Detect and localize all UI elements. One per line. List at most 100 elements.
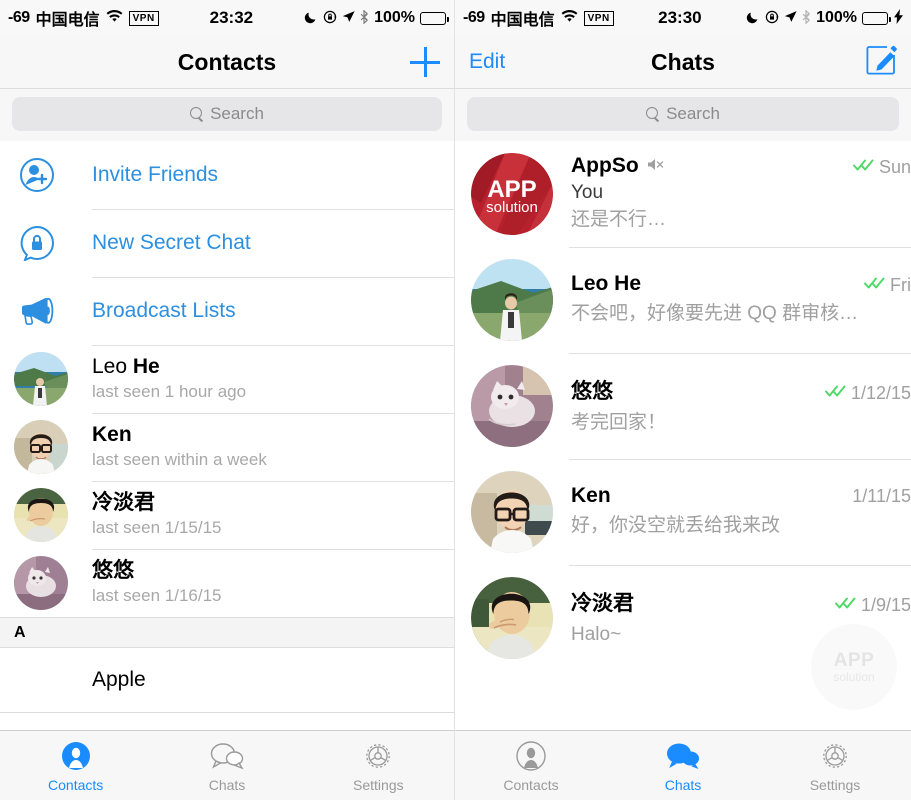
tab-chats[interactable]: Chats	[607, 731, 759, 800]
nav-bar-contacts: Contacts	[0, 36, 454, 89]
broadcast-lists-row[interactable]: Broadcast Lists	[0, 277, 454, 345]
contact-name: Leo He	[92, 355, 160, 379]
search-icon	[190, 107, 204, 121]
chat-bubbles-filled-icon	[666, 738, 700, 774]
chat-date: Sun	[878, 157, 911, 178]
gear-icon	[819, 738, 851, 774]
contact-text: Ken last seen within a week	[92, 423, 267, 470]
status-center-group: 23:30	[614, 8, 746, 28]
chat-row[interactable]: Ken 1/11/15 好，你没空就丢给我来改	[455, 459, 911, 565]
search-placeholder: Search	[210, 104, 264, 123]
chat-body: 悠悠 1/12/15 考完回家！	[571, 375, 911, 437]
battery-icon	[420, 11, 449, 25]
contact-status: last seen within a week	[92, 449, 267, 469]
chat-name: Ken	[571, 484, 611, 508]
read-receipt-icon	[853, 158, 875, 177]
avatar	[14, 488, 68, 542]
gear-icon	[362, 738, 394, 774]
vpn-badge: VPN	[128, 10, 159, 26]
chat-meta: Sun	[843, 157, 911, 178]
battery-percent: 100%	[374, 9, 415, 26]
chat-meta: 1/11/15	[842, 486, 911, 507]
rotation-lock-icon	[765, 10, 779, 27]
clock-time: 23:30	[658, 8, 702, 27]
tab-contacts[interactable]: Contacts	[455, 731, 607, 800]
battery-percent: 100%	[816, 9, 857, 26]
invite-friends-label: Invite Friends	[92, 163, 219, 186]
add-contact-button[interactable]	[410, 47, 440, 77]
chat-name: Leo He	[571, 272, 642, 296]
status-right-group: 100%	[304, 8, 449, 27]
avatar	[471, 365, 553, 447]
tab-label: Contacts	[503, 777, 559, 793]
chat-name: 悠悠	[571, 380, 613, 404]
new-secret-chat-row[interactable]: New Secret Chat	[0, 209, 454, 277]
mute-icon	[647, 157, 664, 177]
compose-icon	[865, 44, 897, 81]
contact-row[interactable]: 冷淡君 last seen 1/15/15	[0, 481, 454, 549]
invite-friends-row[interactable]: Invite Friends	[0, 141, 454, 209]
chat-header: Ken 1/11/15	[571, 484, 911, 508]
tab-chats[interactable]: Chats	[151, 731, 302, 800]
chat-row[interactable]: 冷淡君 1/9/15 Halo~	[455, 565, 911, 671]
person-filled-icon	[61, 738, 91, 774]
chat-name: AppSo	[571, 154, 639, 178]
chat-row[interactable]: APP solution AppSo Sun You 还是不行…	[455, 141, 911, 247]
chat-header: AppSo Sun	[571, 154, 911, 178]
read-receipt-icon	[864, 276, 886, 295]
new-secret-chat-label: New Secret Chat	[92, 231, 251, 254]
chat-body: Ken 1/11/15 好，你没空就丢给我来改	[571, 484, 911, 540]
avatar	[14, 556, 68, 610]
edit-button[interactable]: Edit	[469, 50, 505, 74]
vpn-badge: VPN	[583, 10, 614, 26]
chat-body: AppSo Sun You 还是不行…	[571, 154, 911, 233]
wifi-icon	[106, 8, 123, 28]
broadcast-lists-label: Broadcast Lists	[92, 299, 236, 322]
chat-meta: Fri	[854, 275, 911, 296]
chat-preview: 还是不行…	[571, 209, 667, 231]
compose-button[interactable]	[865, 44, 897, 81]
chat-row[interactable]: Leo He Fri 不会吧，好像要先进 QQ 群审核…	[455, 247, 911, 353]
battery-icon	[862, 11, 891, 25]
search-input[interactable]: Search	[12, 97, 442, 131]
location-arrow-icon	[784, 10, 797, 26]
do-not-disturb-moon-icon	[304, 10, 318, 27]
tab-bar-right: Contacts Chats Settings	[455, 730, 911, 800]
search-input[interactable]: Search	[467, 97, 899, 131]
contact-row-apple[interactable]: Apple	[0, 648, 454, 712]
location-arrow-icon	[342, 10, 355, 26]
contact-status: last seen 1 hour ago	[92, 381, 247, 401]
status-left-group: -69 中国电信 VPN	[8, 6, 159, 30]
chat-preview: 好，你没空就丢给我来改	[571, 515, 781, 537]
tab-settings[interactable]: Settings	[303, 731, 454, 800]
tab-label: Settings	[809, 777, 861, 793]
do-not-disturb-moon-icon	[746, 10, 760, 27]
dual-screenshot: -69 中国电信 VPN 23:32 100% Contacts Search …	[0, 0, 911, 800]
contact-row[interactable]: 悠悠 last seen 1/16/15	[0, 549, 454, 617]
chat-date: Fri	[890, 275, 911, 296]
avatar	[14, 420, 68, 474]
megaphone-icon	[14, 296, 60, 326]
svg-text:solution: solution	[486, 199, 538, 216]
contact-name: 悠悠	[92, 559, 134, 583]
nav-bar-chats: Edit Chats	[455, 36, 911, 89]
chat-row[interactable]: 悠悠 1/12/15 考完回家！	[455, 353, 911, 459]
tab-bar-left: Contacts Chats Settings	[0, 730, 454, 800]
avatar	[471, 577, 553, 659]
chat-body: Leo He Fri 不会吧，好像要先进 QQ 群审核…	[571, 272, 911, 328]
search-area-chats: Search	[455, 89, 911, 141]
tab-label: Contacts	[48, 777, 104, 793]
lock-bubble-icon	[14, 225, 60, 261]
contact-row[interactable]: Leo He last seen 1 hour ago	[0, 345, 454, 413]
contact-name: 冷淡君	[92, 491, 155, 515]
tab-settings[interactable]: Settings	[759, 731, 911, 800]
status-bar-left: -69 中国电信 VPN 23:32 100%	[0, 0, 454, 36]
tab-contacts[interactable]: Contacts	[0, 731, 151, 800]
contact-text: 悠悠 last seen 1/16/15	[92, 559, 221, 606]
avatar: APP solution	[471, 153, 553, 235]
contact-status: last seen 1/16/15	[92, 585, 222, 605]
contact-row[interactable]: Ken last seen within a week	[0, 413, 454, 481]
wifi-icon	[561, 8, 578, 28]
contacts-list: Leo He last seen 1 hour ago Ken last see…	[0, 345, 454, 617]
page-title: Contacts	[177, 48, 277, 75]
